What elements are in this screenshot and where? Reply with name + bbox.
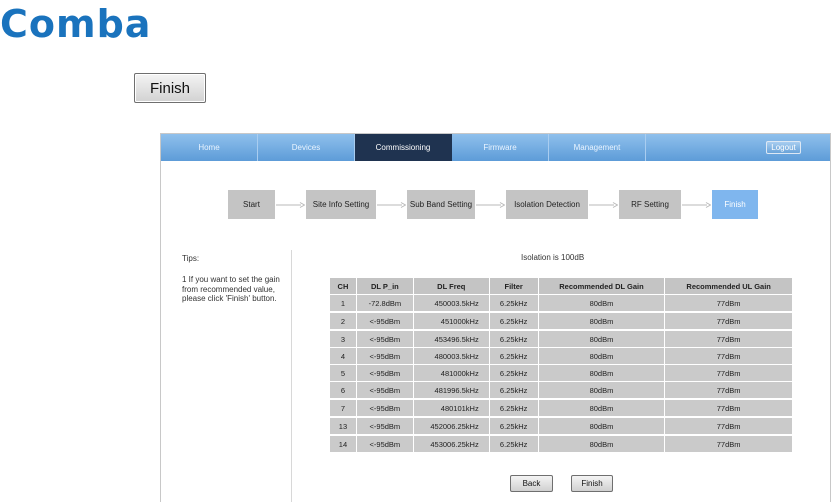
cell-dl-freq: 452006.25kHz (412, 416, 490, 436)
cell-ul-gain: 77dBm (664, 416, 793, 436)
cell-dl-p-in: <-95dBm (355, 329, 414, 348)
header-dl-freq: DL Freq (412, 277, 490, 295)
table-row: 2 <-95dBm 451000kHz 6.25kHz 80dBm 77dBm (329, 311, 793, 331)
cell-dl-p-in: -72.8dBm (355, 294, 414, 313)
tab-home[interactable]: Home (161, 134, 258, 161)
header-ch: CH (329, 277, 357, 295)
cell-ch: 3 (329, 329, 357, 348)
finish-button-large[interactable]: Finish (134, 73, 206, 103)
cell-dl-freq: 480003.5kHz (412, 347, 490, 365)
cell-filter: 6.25kHz (488, 294, 539, 313)
step-finish[interactable]: Finish (712, 190, 758, 219)
cell-ul-gain: 77dBm (664, 311, 793, 331)
top-navbar: Home Devices Commissioning Firmware Mana… (161, 134, 830, 161)
cell-ul-gain: 77dBm (664, 398, 793, 418)
cell-filter: 6.25kHz (488, 416, 539, 436)
web-ui-frame: Home Devices Commissioning Firmware Mana… (160, 133, 831, 502)
cell-ul-gain: 77dBm (664, 329, 793, 348)
cell-filter: 6.25kHz (488, 329, 539, 348)
cell-ch: 5 (329, 364, 357, 382)
cell-ch: 6 (329, 381, 357, 400)
cell-dl-freq: 453006.25kHz (412, 434, 490, 453)
step-site-info-setting[interactable]: Site Info Setting (306, 190, 376, 219)
cell-filter: 6.25kHz (488, 311, 539, 331)
table-row: 7 <-95dBm 480101kHz 6.25kHz 80dBm 77dBm (329, 398, 793, 418)
table-row: 6 <-95dBm 481996.5kHz 6.25kHz 80dBm 77dB… (329, 381, 793, 400)
tips-title: Tips: (182, 254, 200, 263)
cell-dl-gain: 80dBm (537, 347, 666, 365)
cell-filter: 6.25kHz (488, 398, 539, 418)
step-start[interactable]: Start (228, 190, 275, 219)
cell-ul-gain: 77dBm (664, 347, 793, 365)
cell-ch: 4 (329, 347, 357, 365)
cell-dl-freq: 450003.5kHz (412, 294, 490, 313)
cell-dl-gain: 80dBm (537, 364, 666, 382)
tab-management[interactable]: Management (549, 134, 646, 161)
step-sub-band-setting[interactable]: Sub Band Setting (407, 190, 475, 219)
header-recommended-ul-gain: Recommended UL Gain (664, 277, 793, 295)
channel-table: CH DL P_in DL Freq Filter Recommended DL… (329, 277, 793, 453)
step-arrow-icon (475, 190, 506, 219)
cell-dl-freq: 481000kHz (412, 364, 490, 382)
cell-ul-gain: 77dBm (664, 434, 793, 453)
cell-dl-gain: 80dBm (537, 381, 666, 400)
cell-dl-p-in: <-95dBm (355, 347, 414, 365)
cell-dl-gain: 80dBm (537, 311, 666, 331)
cell-dl-freq: 453496.5kHz (412, 329, 490, 348)
table-row: 14 <-95dBm 453006.25kHz 6.25kHz 80dBm 77… (329, 434, 793, 453)
cell-dl-gain: 80dBm (537, 329, 666, 348)
cell-dl-p-in: <-95dBm (355, 434, 414, 453)
isolation-result: Isolation is 100dB (521, 253, 585, 262)
step-isolation-detection[interactable]: Isolation Detection (506, 190, 588, 219)
step-arrow-icon (681, 190, 712, 219)
table-row: 3 <-95dBm 453496.5kHz 6.25kHz 80dBm 77dB… (329, 329, 793, 348)
table-row: 5 <-95dBm 481000kHz 6.25kHz 80dBm 77dBm (329, 364, 793, 382)
back-button[interactable]: Back (510, 475, 553, 492)
cell-dl-freq: 481996.5kHz (412, 381, 490, 400)
cell-filter: 6.25kHz (488, 347, 539, 365)
cell-ch: 14 (329, 434, 357, 453)
logout-button[interactable]: Logout (766, 141, 801, 154)
tips-text: 1 If you want to set the gain from recom… (182, 275, 280, 303)
table-row: 4 <-95dBm 480003.5kHz 6.25kHz 80dBm 77dB… (329, 347, 793, 365)
cell-ul-gain: 77dBm (664, 364, 793, 382)
cell-filter: 6.25kHz (488, 364, 539, 382)
cell-ch: 2 (329, 311, 357, 331)
step-arrow-icon (376, 190, 407, 219)
cell-ch: 7 (329, 398, 357, 418)
step-rf-setting[interactable]: RF Setting (619, 190, 681, 219)
cell-dl-p-in: <-95dBm (355, 398, 414, 418)
cell-dl-gain: 80dBm (537, 294, 666, 313)
cell-ul-gain: 77dBm (664, 381, 793, 400)
tab-firmware[interactable]: Firmware (452, 134, 549, 161)
commissioning-steps: Start Site Info Setting Sub Band Setting… (228, 190, 758, 219)
cell-dl-gain: 80dBm (537, 398, 666, 418)
table-row: 1 -72.8dBm 450003.5kHz 6.25kHz 80dBm 77d… (329, 294, 793, 313)
table-row: 13 <-95dBm 452006.25kHz 6.25kHz 80dBm 77… (329, 416, 793, 436)
step-arrow-icon (588, 190, 619, 219)
header-filter: Filter (488, 277, 539, 295)
cell-dl-p-in: <-95dBm (355, 416, 414, 436)
header-recommended-dl-gain: Recommended DL Gain (537, 277, 666, 295)
comba-logo: Comba (0, 2, 152, 46)
cell-dl-p-in: <-95dBm (355, 381, 414, 400)
header-dl-p-in: DL P_in (355, 277, 414, 295)
cell-ul-gain: 77dBm (664, 294, 793, 313)
cell-dl-freq: 480101kHz (412, 398, 490, 418)
cell-dl-p-in: <-95dBm (355, 364, 414, 382)
cell-filter: 6.25kHz (488, 381, 539, 400)
cell-dl-p-in: <-95dBm (355, 311, 414, 331)
cell-dl-freq: 451000kHz (412, 311, 490, 331)
vertical-divider (291, 250, 292, 502)
table-header-row: CH DL P_in DL Freq Filter Recommended DL… (329, 277, 793, 295)
cell-filter: 6.25kHz (488, 434, 539, 453)
step-arrow-icon (275, 190, 306, 219)
cell-ch: 13 (329, 416, 357, 436)
tab-devices[interactable]: Devices (258, 134, 355, 161)
cell-ch: 1 (329, 294, 357, 313)
cell-dl-gain: 80dBm (537, 416, 666, 436)
tab-commissioning[interactable]: Commissioning (355, 134, 452, 161)
cell-dl-gain: 80dBm (537, 434, 666, 453)
finish-button[interactable]: Finish (571, 475, 613, 492)
